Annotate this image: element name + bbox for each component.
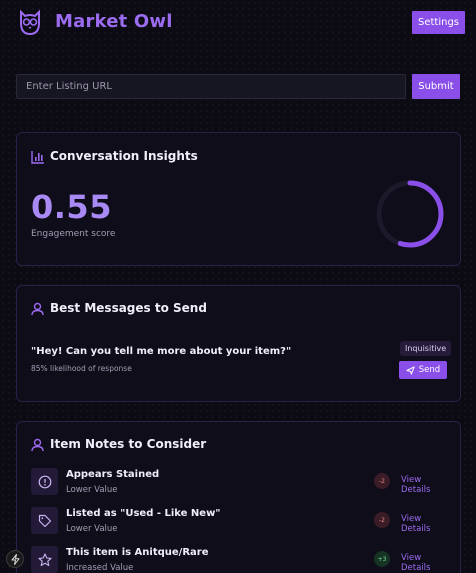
item-notes-card: Item Notes to Consider Appears Stained L…: [16, 421, 461, 573]
note-subtitle: Lower Value: [66, 524, 118, 534]
card-title: Best Messages to Send: [50, 301, 207, 315]
tag-icon: [31, 507, 58, 534]
card-title: Item Notes to Consider: [50, 437, 207, 451]
message-tone-badge: Inquisitive: [400, 341, 452, 356]
value-impact-badge: -2: [374, 473, 390, 489]
view-details-link[interactable]: View Details: [401, 475, 449, 495]
alert-circle-icon: [31, 468, 58, 495]
engagement-score-value: 0.55: [31, 188, 112, 226]
listing-url-input[interactable]: Enter Listing URL: [16, 74, 406, 99]
response-likelihood: 85% likelihood of response: [31, 364, 132, 373]
note-title: Listed as "Used - Like New": [66, 508, 221, 519]
send-button[interactable]: Send: [399, 361, 447, 379]
user-icon: [31, 301, 44, 320]
settings-button[interactable]: Settings: [412, 11, 465, 34]
send-icon: [406, 365, 415, 375]
owl-logo-icon: [17, 9, 43, 37]
conversation-insights-card: Conversation Insights 0.55 Engagement sc…: [16, 132, 461, 266]
bar-chart-icon: [31, 149, 45, 168]
send-label: Send: [418, 365, 441, 375]
value-impact-badge: +3: [374, 551, 390, 567]
quick-action-button[interactable]: [6, 550, 24, 568]
note-item: Listed as "Used - Like New" Lower Value …: [31, 507, 449, 539]
brand-title: Market Owl: [55, 11, 173, 32]
user-icon: [31, 437, 44, 456]
value-impact-badge: -2: [374, 512, 390, 528]
lightning-bolt-icon: [11, 553, 19, 565]
suggested-message: "Hey! Can you tell me more about your it…: [31, 346, 292, 357]
note-item: Appears Stained Lower Value -2 View Deta…: [31, 468, 449, 500]
view-details-link[interactable]: View Details: [401, 514, 449, 534]
card-title: Conversation Insights: [50, 149, 198, 163]
note-subtitle: Increased Value: [66, 563, 134, 573]
submit-button[interactable]: Submit: [412, 74, 460, 99]
engagement-gauge: [376, 180, 444, 248]
note-title: Appears Stained: [66, 469, 160, 480]
view-details-link[interactable]: View Details: [401, 553, 449, 573]
engagement-score-label: Engagement score: [31, 229, 116, 239]
note-subtitle: Lower Value: [66, 485, 118, 495]
note-title: This item is Anitque/Rare: [66, 547, 209, 558]
star-icon: [31, 546, 58, 573]
app-header: Market Owl Settings: [0, 0, 476, 46]
best-messages-card: Best Messages to Send "Hey! Can you tell…: [16, 285, 461, 402]
note-item: This item is Anitque/Rare Increased Valu…: [31, 546, 449, 573]
